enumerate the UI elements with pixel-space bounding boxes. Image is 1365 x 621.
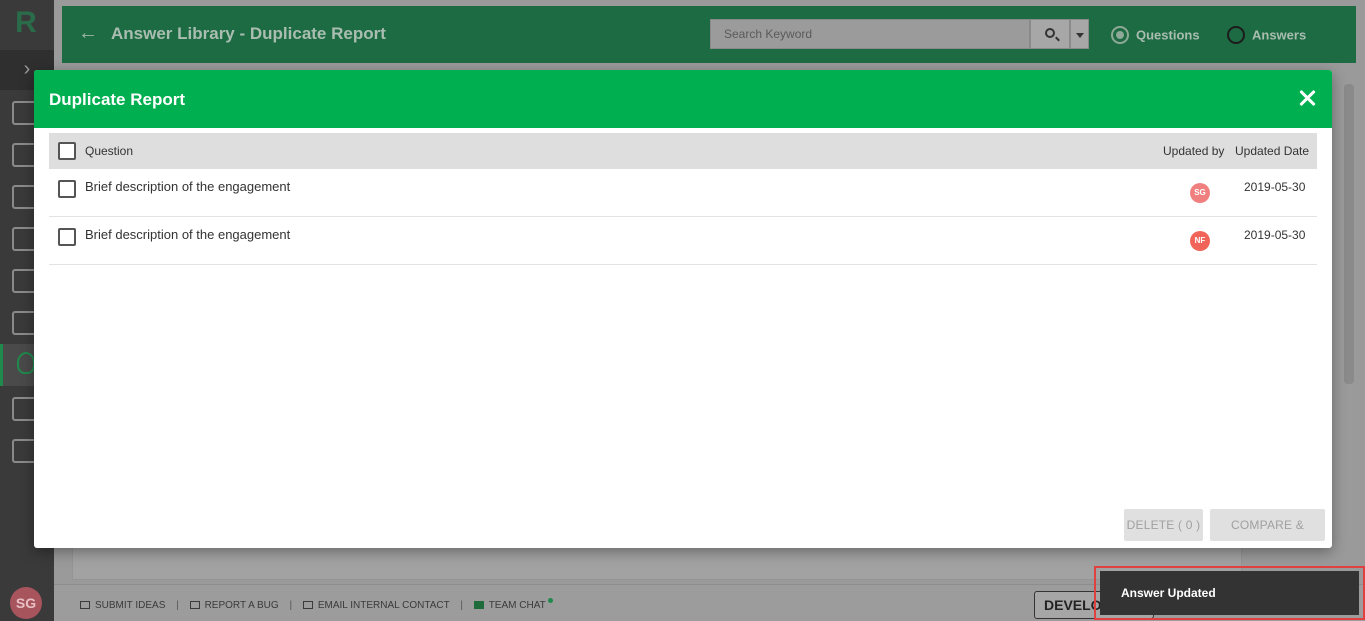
search-options-dropdown[interactable] (1070, 19, 1089, 49)
email-icon (302, 601, 313, 609)
table-row: Brief description of the engagement NF 2… (49, 217, 1317, 265)
lightbulb-icon (80, 601, 90, 609)
row-checkbox[interactable] (58, 228, 76, 246)
page-scrollbar[interactable] (1344, 84, 1354, 384)
radio-answers[interactable]: Answers (1227, 26, 1306, 44)
search-input[interactable]: Search Keyword (710, 19, 1030, 49)
chat-icon (473, 601, 484, 609)
table-row: Brief description of the engagement SG 2… (49, 169, 1317, 217)
page-title: Answer Library - Duplicate Report (111, 24, 386, 43)
close-icon[interactable] (1297, 88, 1317, 108)
table-header: Question Updated by Updated Date (49, 133, 1317, 169)
radio-questions[interactable]: Questions (1111, 26, 1200, 44)
row-checkbox[interactable] (58, 180, 76, 198)
submit-ideas-link[interactable]: SUBMIT IDEAS (95, 600, 165, 611)
lightbulb-icon (17, 352, 35, 374)
bug-icon (189, 601, 200, 609)
row-updated-date: 2019-05-30 (1244, 180, 1306, 194)
compare-merge-button[interactable]: COMPARE & MERGE (1210, 509, 1325, 541)
email-contact-link[interactable]: EMAIL INTERNAL CONTACT (318, 600, 450, 611)
back-arrow-icon[interactable]: ← (78, 22, 98, 45)
column-updated-by: Updated by (1163, 144, 1225, 158)
app-logo: R (15, 6, 37, 39)
updated-by-avatar: NF (1190, 231, 1210, 251)
modal-header: Duplicate Report (34, 70, 1332, 128)
modal-title: Duplicate Report (49, 90, 186, 109)
delete-button[interactable]: DELETE ( 0 ) (1124, 509, 1203, 541)
team-chat-link[interactable]: TEAM CHAT (489, 600, 546, 611)
toast-notification: Answer Updated (1100, 571, 1359, 615)
duplicate-report-modal: Duplicate Report Question Updated by Upd… (34, 70, 1332, 548)
search-button[interactable] (1030, 19, 1070, 49)
duplicate-table: Question Updated by Updated Date Brief d… (49, 133, 1317, 265)
search-icon (1045, 28, 1055, 38)
page-header: ← Answer Library - Duplicate Report Sear… (62, 6, 1356, 63)
radio-unselected-icon (1227, 26, 1245, 44)
select-all-checkbox[interactable] (58, 142, 76, 160)
user-avatar[interactable]: SG (10, 587, 42, 619)
column-question: Question (85, 144, 134, 158)
row-question: Brief description of the engagement (85, 227, 291, 242)
row-question: Brief description of the engagement (85, 179, 291, 194)
column-updated-date: Updated Date (1235, 144, 1310, 158)
online-status-dot (547, 598, 553, 603)
report-bug-link[interactable]: REPORT A BUG (205, 600, 279, 611)
updated-by-avatar: SG (1190, 183, 1210, 203)
footer-links: SUBMIT IDEAS | REPORT A BUG | EMAIL INTE… (80, 598, 553, 611)
radio-selected-icon (1111, 26, 1129, 44)
row-updated-date: 2019-05-30 (1244, 228, 1306, 242)
